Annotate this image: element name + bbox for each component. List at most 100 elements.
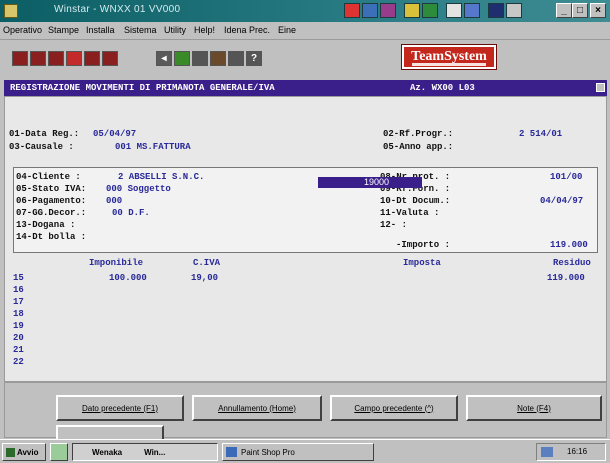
causale-field[interactable]: 001 MS.FATTURA bbox=[115, 142, 191, 152]
form-close-icon[interactable] bbox=[596, 83, 605, 92]
row-residuo: 119.000 bbox=[547, 273, 585, 283]
rif-progr-field[interactable]: 2 514/01 bbox=[519, 129, 562, 139]
partial-button[interactable] bbox=[56, 425, 164, 439]
notes-button[interactable]: Note (F4) bbox=[466, 395, 602, 421]
anno-app-label: 05-Anno app.: bbox=[383, 142, 454, 152]
save-icon[interactable] bbox=[84, 51, 100, 66]
gg-decor-field[interactable]: 00 D.F. bbox=[112, 208, 150, 218]
title-bar: Winstar - WNXX 01 VV000 _ □ × bbox=[0, 0, 610, 22]
windows-icon bbox=[6, 447, 15, 457]
start-button[interactable]: Avvio bbox=[2, 443, 46, 461]
col-imponibile: Imponibile bbox=[89, 258, 144, 268]
col-residuo: Residuo bbox=[553, 258, 591, 268]
quicklaunch-icon[interactable] bbox=[422, 3, 438, 18]
form-title: REGISTRAZIONE MOVIMENTI DI PRIMANOTA GEN… bbox=[10, 83, 275, 93]
causale-label: 03-Causale : bbox=[9, 142, 74, 152]
teamsystem-logo: TeamSystem bbox=[401, 44, 497, 70]
stato-iva-field[interactable]: 000 Soggetto bbox=[106, 184, 171, 194]
calendar-icon[interactable] bbox=[192, 51, 208, 66]
row-number: 16 bbox=[13, 285, 24, 295]
task-wenaka-label: Wenaka bbox=[92, 447, 123, 457]
cancel-button[interactable]: Annullamento (Home) bbox=[192, 395, 322, 421]
gg-decor-label: 07-GG.Decor.: bbox=[16, 208, 87, 218]
menu-idena-prec[interactable]: Idena Prec. bbox=[224, 25, 270, 35]
window-icon[interactable] bbox=[228, 51, 244, 66]
stop-icon[interactable] bbox=[66, 51, 82, 66]
cliente-label: 04-Cliente : bbox=[16, 172, 81, 182]
prev-page-button[interactable]: Campo precedente (^) bbox=[330, 395, 458, 421]
importo-label: -Importo : bbox=[396, 240, 451, 250]
company-code: Az. WX00 L03 bbox=[410, 83, 475, 93]
document-box: 04-Cliente : 2 ABSELLI S.N.C. 05-Stato I… bbox=[13, 167, 598, 253]
col-c-iva: C.IVA bbox=[193, 258, 221, 268]
brand-logo-text: TeamSystem bbox=[411, 49, 487, 64]
row-number: 19 bbox=[13, 321, 24, 331]
task-wenaka-extra: Win... bbox=[144, 447, 166, 457]
quicklaunch-icon[interactable] bbox=[488, 3, 504, 18]
pagamento-field[interactable]: 000 bbox=[106, 196, 122, 206]
row-imponibile[interactable]: 100.000 bbox=[109, 273, 147, 283]
form-panel: 01-Data Reg.: 05/04/97 03-Causale : 001 … bbox=[4, 96, 607, 382]
close-icon[interactable]: × bbox=[590, 3, 606, 18]
preview-icon[interactable] bbox=[30, 51, 46, 66]
menu-installa[interactable]: Installa bbox=[86, 25, 115, 35]
print-icon[interactable] bbox=[12, 51, 28, 66]
task-paint-shop-label: Paint Shop Pro bbox=[241, 447, 295, 457]
start-label: Avvio bbox=[17, 447, 39, 457]
row-number: 22 bbox=[13, 357, 24, 367]
help-icon[interactable]: ? bbox=[246, 51, 262, 66]
menu-fine[interactable]: Eine bbox=[278, 25, 296, 35]
taskbar: Avvio Wenaka Win... Paint Shop Pro 16:16 bbox=[0, 439, 610, 463]
menu-utility[interactable]: Utility bbox=[164, 25, 186, 35]
system-tray: 16:16 bbox=[536, 443, 606, 461]
window-title: Winstar - WNXX 01 VV000 bbox=[54, 4, 181, 15]
tools-icon[interactable] bbox=[210, 51, 226, 66]
quicklaunch-icon[interactable] bbox=[404, 3, 420, 18]
quicklaunch-icon[interactable] bbox=[362, 3, 378, 18]
minimize-icon[interactable]: _ bbox=[556, 3, 572, 18]
maximize-icon[interactable]: □ bbox=[572, 3, 588, 18]
paint-shop-icon bbox=[226, 447, 237, 457]
row-c-iva[interactable]: 19,00 bbox=[191, 273, 218, 283]
data-reg-label: 01-Data Reg.: bbox=[9, 129, 80, 139]
menu-sistema[interactable]: Sistema bbox=[124, 25, 157, 35]
field-12-label: 12- : bbox=[380, 220, 408, 230]
user-icon[interactable] bbox=[174, 51, 190, 66]
quicklaunch-icon[interactable] bbox=[446, 3, 462, 18]
toolbar: ◂ ? bbox=[0, 40, 610, 78]
dt-docum-field[interactable]: 04/04/97 bbox=[540, 196, 583, 206]
quicklaunch-icon[interactable] bbox=[380, 3, 396, 18]
row-number: 20 bbox=[13, 333, 24, 343]
menu-help[interactable]: Help! bbox=[194, 25, 215, 35]
quicklaunch-icon[interactable] bbox=[464, 3, 480, 18]
volume-icon[interactable] bbox=[541, 447, 553, 457]
quicklaunch-icon[interactable] bbox=[50, 443, 68, 461]
task-paint-shop-pro[interactable]: Paint Shop Pro bbox=[222, 443, 374, 461]
quicklaunch-icon[interactable] bbox=[506, 3, 522, 18]
document-icon[interactable] bbox=[48, 51, 64, 66]
valuta-label: 11-Valuta : bbox=[380, 208, 440, 218]
disk-icon[interactable] bbox=[102, 51, 118, 66]
dogana-label: 13-Dogana : bbox=[16, 220, 76, 230]
menu-bar: Operativo Stampe Installa Sistema Utilit… bbox=[0, 22, 610, 40]
row-number: 18 bbox=[13, 309, 24, 319]
row-number: 15 bbox=[13, 273, 24, 283]
prev-field-button[interactable]: Dato precedente (F1) bbox=[56, 395, 184, 421]
dt-bolla-label: 14-Dt bolla : bbox=[16, 232, 87, 242]
nr-prot-field[interactable]: 101/00 bbox=[550, 172, 582, 182]
col-imposta: Imposta bbox=[403, 258, 441, 268]
row-number: 17 bbox=[13, 297, 24, 307]
imposta-input[interactable]: 19000 bbox=[318, 177, 422, 188]
menu-stampe[interactable]: Stampe bbox=[48, 25, 79, 35]
back-icon[interactable]: ◂ bbox=[156, 51, 172, 66]
row-number: 21 bbox=[13, 345, 24, 355]
pagamento-label: 06-Pagamento: bbox=[16, 196, 87, 206]
form-header: REGISTRAZIONE MOVIMENTI DI PRIMANOTA GEN… bbox=[4, 80, 607, 96]
data-reg-field[interactable]: 05/04/97 bbox=[93, 129, 136, 139]
quicklaunch-icon[interactable] bbox=[344, 3, 360, 18]
task-wenaka[interactable]: Wenaka Win... bbox=[72, 443, 218, 461]
menu-operativo[interactable]: Operativo bbox=[3, 25, 42, 35]
dt-docum-label: 10-Dt Docum.: bbox=[380, 196, 451, 206]
cliente-field[interactable]: 2 ABSELLI S.N.C. bbox=[118, 172, 204, 182]
importo-field[interactable]: 119.000 bbox=[550, 240, 588, 250]
